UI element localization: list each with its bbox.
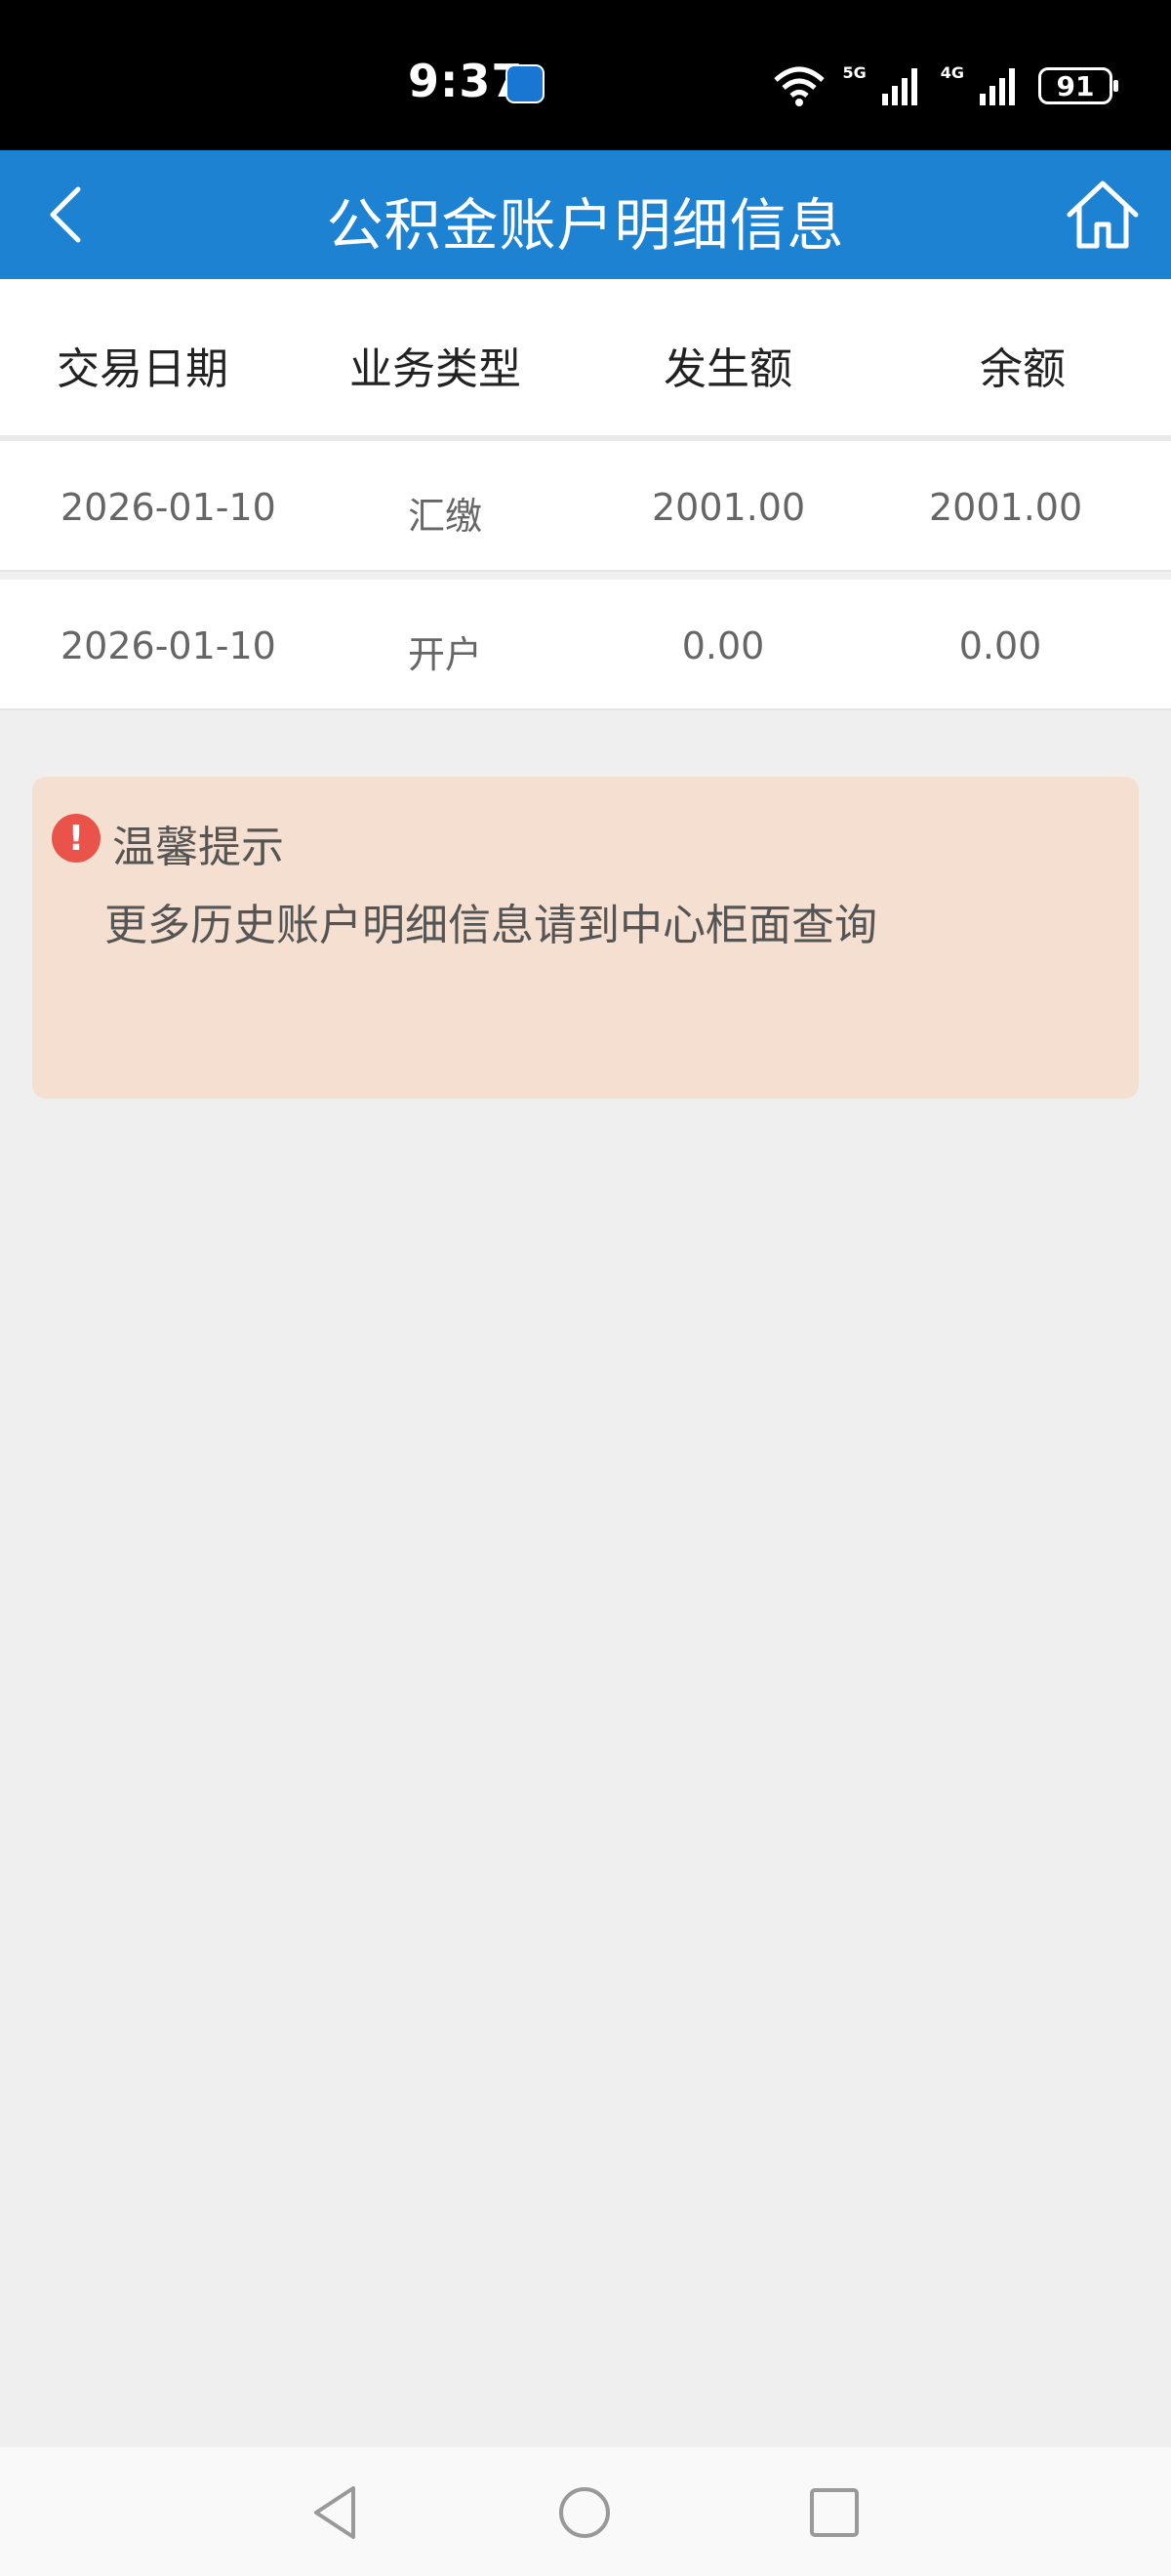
column-header-amount: 发生额 xyxy=(664,344,792,394)
column-header-date: 交易日期 xyxy=(57,344,228,394)
cell-amount: 2001.00 xyxy=(652,486,806,529)
table-header: 交易日期 业务类型 发生额 余额 xyxy=(0,279,1171,441)
cell-date: 2026-01-10 xyxy=(61,486,276,529)
cell-balance: 2001.00 xyxy=(929,486,1083,529)
column-header-type: 业务类型 xyxy=(349,344,521,394)
cell-type: 汇缴 xyxy=(408,495,483,538)
nav-home-icon[interactable] xyxy=(552,2480,617,2545)
tip-box: ! 温馨提示 更多历史账户明细信息请到中心柜面查询 xyxy=(32,777,1139,1099)
network-type-1: 5G xyxy=(842,62,867,82)
system-nav-bar xyxy=(0,2447,1171,2576)
tip-message: 更多历史账户明细信息请到中心柜面查询 xyxy=(104,901,877,950)
network-type-2: 4G xyxy=(940,62,964,82)
page-title: 公积金账户明细信息 xyxy=(326,192,845,259)
nav-recents-icon[interactable] xyxy=(802,2480,867,2545)
nav-back-icon[interactable] xyxy=(303,2480,367,2545)
cell-type: 开户 xyxy=(408,633,483,676)
app-notification-icon xyxy=(505,64,545,103)
column-header-balance: 余额 xyxy=(980,344,1066,394)
wifi-icon xyxy=(774,66,826,106)
status-icons: 5G 4G 91 xyxy=(772,59,1118,113)
signal-icon-2 xyxy=(980,68,1015,105)
status-bar: 9:37 5G 4G 91 xyxy=(0,0,1171,150)
cell-balance: 0.00 xyxy=(958,624,1042,667)
table-row: 2026-01-10 开户 0.00 0.00 xyxy=(0,580,1171,710)
battery-indicator: 91 xyxy=(1038,67,1118,104)
table-row: 2026-01-10 汇缴 2001.00 2001.00 xyxy=(0,441,1171,572)
cell-amount: 0.00 xyxy=(681,624,765,667)
app-header: 公积金账户明细信息 xyxy=(0,150,1171,279)
cell-date: 2026-01-10 xyxy=(61,624,276,667)
home-button[interactable] xyxy=(1064,178,1142,252)
exclamation-circle-icon: ! xyxy=(52,814,101,863)
tip-title: 温馨提示 xyxy=(112,823,284,872)
signal-icon xyxy=(881,68,917,105)
home-icon xyxy=(1067,181,1139,249)
